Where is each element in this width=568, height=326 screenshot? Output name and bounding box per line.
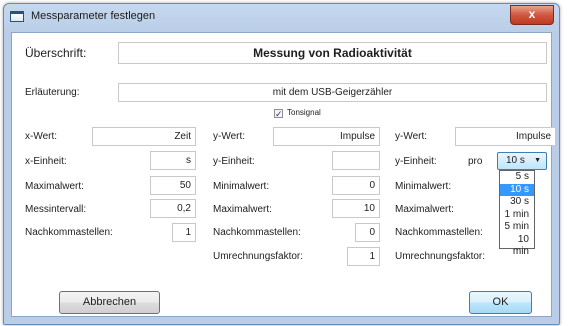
dropdown-option-5min[interactable]: 5 min xyxy=(500,221,534,234)
tone-checkbox[interactable]: ✓ xyxy=(274,109,283,119)
tone-label: Tonsignal xyxy=(287,108,321,117)
y-decimals-label: Nachkommastellen: xyxy=(213,227,301,238)
dialog-content: Überschrift: Messung von Radioaktivität … xyxy=(11,32,556,317)
y-max-label: Maximalwert: xyxy=(213,204,272,215)
y2-value-input[interactable]: Impulse xyxy=(455,127,556,146)
cancel-button[interactable]: Abbrechen xyxy=(59,291,160,314)
y-max-input[interactable]: 10 xyxy=(332,199,380,218)
y2-max-label: Maximalwert: xyxy=(395,204,454,215)
y-unit-label: y-Einheit: xyxy=(213,156,255,167)
y-decimals-input[interactable]: 0 xyxy=(355,223,380,242)
x-decimals-label: Nachkommastellen: xyxy=(25,227,113,238)
time-unit-dropdown: 5 s 10 s 30 s 1 min 5 min 10 min xyxy=(499,170,535,258)
x-decimals-input[interactable]: 1 xyxy=(172,223,196,242)
x-value-label: x-Wert: xyxy=(25,131,58,142)
close-button[interactable]: x xyxy=(510,5,554,25)
x-interval-label: Messintervall: xyxy=(25,204,87,215)
chevron-down-icon: ▼ xyxy=(534,157,541,164)
y-unit-input[interactable] xyxy=(332,151,380,170)
y-min-label: Minimalwert: xyxy=(213,181,270,192)
y-value-label: y-Wert: xyxy=(213,131,246,142)
ok-button[interactable]: OK xyxy=(469,291,532,314)
y2-value-label: y-Wert: xyxy=(395,131,428,142)
dropdown-option-30s[interactable]: 30 s xyxy=(500,196,534,209)
heading-input[interactable]: Messung von Radioaktivität xyxy=(118,42,547,64)
dropdown-option-10min[interactable]: 10 min xyxy=(500,234,534,258)
y2-unit-label: y-Einheit: xyxy=(395,156,437,167)
y-factor-input[interactable]: 1 xyxy=(347,247,380,266)
y2-min-label: Minimalwert: xyxy=(395,181,452,192)
dropdown-option-10s[interactable]: 10 s xyxy=(500,183,534,196)
y2-decimals-label: Nachkommastellen: xyxy=(395,227,483,238)
time-unit-combo[interactable]: 10 s ▼ xyxy=(497,152,547,170)
y-min-input[interactable]: 0 xyxy=(332,176,380,195)
dialog-window: Messparameter festlegen x Überschrift: M… xyxy=(3,3,560,325)
window-title: Messparameter festlegen xyxy=(31,10,156,22)
x-interval-input[interactable]: 0,2 xyxy=(150,199,196,218)
x-max-label: Maximalwert: xyxy=(25,181,84,192)
x-value-input[interactable]: Zeit xyxy=(92,127,196,146)
dropdown-option-1min[interactable]: 1 min xyxy=(500,209,534,222)
x-max-input[interactable]: 50 xyxy=(150,176,196,195)
time-unit-combo-value: 10 s xyxy=(506,155,525,166)
x-unit-input[interactable]: s xyxy=(150,151,196,170)
note-input[interactable]: mit dem USB-Geigerzähler xyxy=(118,83,547,102)
y-value-input[interactable]: Impulse xyxy=(273,127,380,146)
y2-factor-label: Umrechnungsfaktor: xyxy=(395,251,486,262)
dropdown-option-5s[interactable]: 5 s xyxy=(500,171,534,184)
window-icon xyxy=(10,11,24,22)
heading-label: Überschrift: xyxy=(25,46,87,60)
title-bar: Messparameter festlegen x xyxy=(4,4,559,31)
note-label: Erläuterung: xyxy=(25,87,80,98)
y-factor-label: Umrechnungsfaktor: xyxy=(213,251,304,262)
per-label: pro xyxy=(468,156,483,167)
x-unit-label: x-Einheit: xyxy=(25,156,67,167)
